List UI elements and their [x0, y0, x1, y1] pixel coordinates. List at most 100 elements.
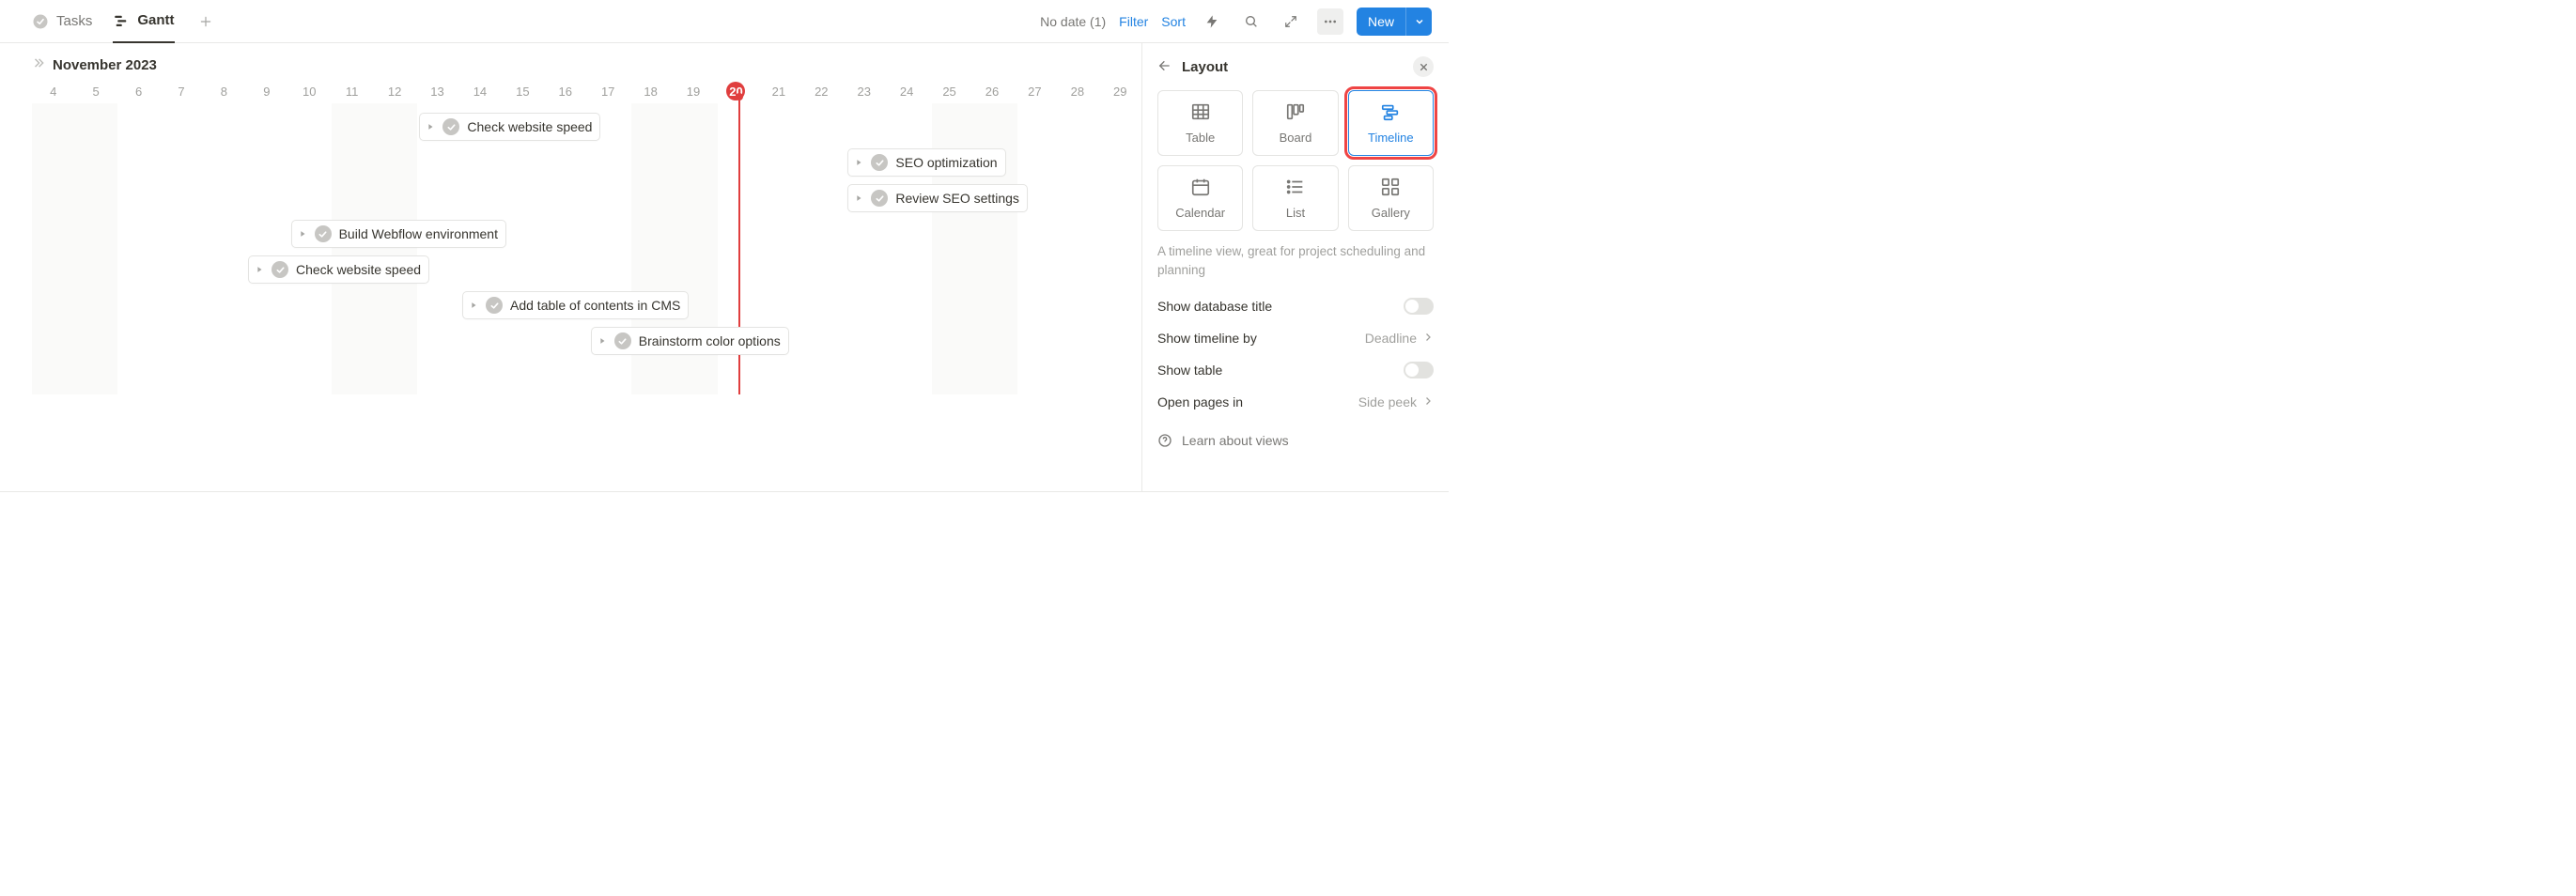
disclosure-icon[interactable] [469, 301, 478, 310]
close-icon[interactable] [1413, 56, 1434, 77]
learn-about-views[interactable]: Learn about views [1157, 433, 1434, 448]
day-header-row: 4567891011121314151617181920212223242526… [0, 79, 1141, 103]
list-icon [1285, 177, 1306, 200]
view-tabs-bar: Tasks Gantt No date (1) Filter Sort [0, 0, 1449, 43]
gantt-body[interactable]: New Check website speedSEO optimizationR… [32, 103, 1141, 394]
layout-tile-timeline[interactable]: Timeline [1348, 90, 1434, 156]
disclosure-icon[interactable] [298, 229, 307, 239]
day-cell: 18 [629, 85, 672, 99]
day-cell: 28 [1056, 85, 1098, 99]
day-cell: 4 [32, 85, 74, 99]
layout-tile-calendar[interactable]: Calendar [1157, 165, 1243, 231]
timeline-card[interactable]: Add table of contents in CMS [462, 291, 689, 319]
check-circle-icon[interactable] [614, 332, 631, 349]
card-title: Brainstorm color options [639, 333, 781, 348]
search-icon[interactable] [1238, 8, 1265, 35]
card-title: Check website speed [296, 262, 421, 277]
timeline-card[interactable]: SEO optimization [847, 148, 1005, 177]
disclosure-icon[interactable] [597, 336, 607, 346]
day-cell: 7 [160, 85, 202, 99]
month-header: November 2023 [0, 43, 1141, 79]
setting-show_db_title[interactable]: Show database title [1157, 290, 1434, 322]
month-label: November 2023 [53, 57, 157, 73]
check-circle-icon[interactable] [871, 154, 888, 171]
card-title: Check website speed [467, 119, 592, 134]
expand-icon[interactable] [1278, 8, 1304, 35]
layout-tile-board[interactable]: Board [1252, 90, 1338, 156]
chevron-right-icon [1422, 331, 1434, 346]
layout-grid: Table Board Timeline Calendar List Gallery [1157, 90, 1434, 231]
setting-show_timeline_by[interactable]: Show timeline by Deadline [1157, 322, 1434, 354]
check-circle-icon[interactable] [442, 118, 459, 135]
timeline-card[interactable]: Review SEO settings [847, 184, 1028, 212]
layout-tile-label: Gallery [1372, 206, 1410, 220]
check-circle-icon[interactable] [871, 190, 888, 207]
setting-label: Show table [1157, 363, 1222, 378]
setting-value: Deadline [1365, 331, 1417, 346]
card-title: Build Webflow environment [339, 226, 498, 241]
new-button-label: New [1357, 8, 1405, 36]
check-circle-icon [32, 13, 49, 30]
card-title: Add table of contents in CMS [510, 298, 680, 313]
day-cell: 27 [1014, 85, 1056, 99]
day-cell: 9 [245, 85, 287, 99]
tab-gantt[interactable]: Gantt [113, 0, 174, 43]
day-cell: 15 [502, 85, 544, 99]
board-icon [1285, 101, 1306, 125]
day-cell: 5 [74, 85, 116, 99]
layout-tile-label: Table [1186, 131, 1215, 145]
setting-show_table[interactable]: Show table [1157, 354, 1434, 386]
side-panel-title: Layout [1182, 59, 1404, 75]
filter-button[interactable]: Filter [1119, 14, 1148, 29]
calendar-icon [1190, 177, 1211, 200]
layout-description: A timeline view, great for project sched… [1157, 242, 1434, 279]
learn-label: Learn about views [1182, 433, 1289, 448]
layout-tile-label: List [1286, 206, 1305, 220]
disclosure-icon[interactable] [426, 122, 435, 131]
new-button-chevron[interactable] [1405, 8, 1432, 36]
timeline-card[interactable]: Check website speed [248, 255, 429, 284]
disclosure-icon[interactable] [854, 193, 863, 203]
layout-tile-gallery[interactable]: Gallery [1348, 165, 1434, 231]
layout-tile-label: Timeline [1368, 131, 1414, 145]
timeline-card[interactable]: Build Webflow environment [291, 220, 506, 248]
weekend-column [932, 103, 1017, 394]
tab-tasks[interactable]: Tasks [32, 0, 92, 43]
setting-value: Side peek [1358, 394, 1417, 409]
layout-tile-list[interactable]: List [1252, 165, 1338, 231]
day-cell: 22 [800, 85, 843, 99]
card-title: SEO optimization [895, 155, 997, 170]
setting-label: Open pages in [1157, 394, 1243, 409]
weekend-column [332, 103, 417, 394]
day-cell: 26 [970, 85, 1013, 99]
chevron-double-right-icon[interactable] [32, 56, 45, 73]
toggle[interactable] [1404, 298, 1434, 315]
new-button[interactable]: New [1357, 8, 1432, 36]
chevron-right-icon [1422, 394, 1434, 409]
toggle[interactable] [1404, 362, 1434, 378]
no-date-label[interactable]: No date (1) [1040, 14, 1106, 29]
tab-label: Tasks [56, 13, 92, 29]
disclosure-icon[interactable] [255, 265, 264, 274]
day-cell: 14 [458, 85, 501, 99]
setting-label: Show database title [1157, 299, 1272, 314]
layout-tile-label: Board [1280, 131, 1312, 145]
disclosure-icon[interactable] [854, 158, 863, 167]
table-icon [1190, 101, 1211, 125]
add-view-button[interactable] [195, 11, 216, 32]
setting-open_pages_in[interactable]: Open pages in Side peek [1157, 386, 1434, 418]
gantt-icon [113, 12, 130, 29]
check-circle-icon[interactable] [486, 297, 503, 314]
layout-tile-table[interactable]: Table [1157, 90, 1243, 156]
more-options-icon[interactable] [1317, 8, 1343, 35]
check-circle-icon[interactable] [315, 225, 332, 242]
setting-label: Show timeline by [1157, 331, 1257, 346]
sort-button[interactable]: Sort [1161, 14, 1186, 29]
layout-tile-label: Calendar [1175, 206, 1225, 220]
timeline-card[interactable]: Check website speed [419, 113, 600, 141]
day-cell: 29 [1099, 85, 1141, 99]
back-icon[interactable] [1157, 58, 1172, 76]
timeline-card[interactable]: Brainstorm color options [591, 327, 789, 355]
check-circle-icon[interactable] [272, 261, 288, 278]
automation-icon[interactable] [1199, 8, 1225, 35]
